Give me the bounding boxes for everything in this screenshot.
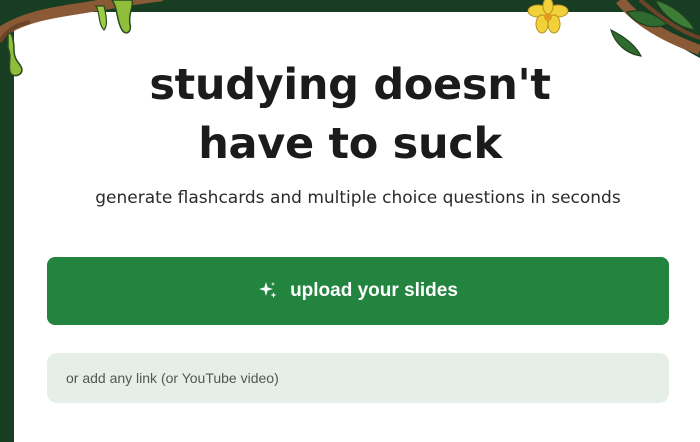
hero-title-line-2: have to suck — [198, 119, 502, 169]
hero-title: studying doesn't have to suck — [0, 56, 700, 174]
upload-slides-label: upload your slides — [290, 280, 458, 301]
hero-subtitle: generate flashcards and multiple choice … — [95, 188, 621, 208]
link-input[interactable] — [47, 353, 669, 403]
upload-slides-button[interactable]: upload your slides — [47, 257, 669, 325]
sparkles-icon — [259, 282, 277, 298]
hero-title-line-1: studying doesn't — [149, 60, 551, 110]
